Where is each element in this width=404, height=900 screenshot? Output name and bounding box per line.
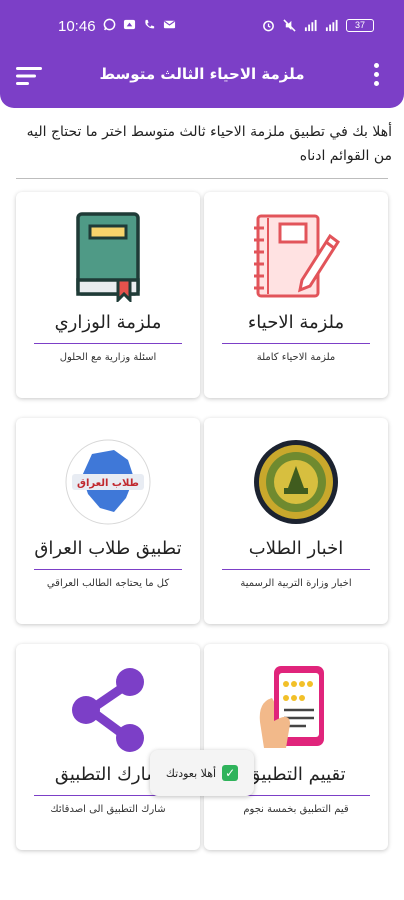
card-title: ملزمة الوزاري xyxy=(54,312,162,333)
card-divider xyxy=(34,343,182,344)
card-subtitle: قيم التطبيق بخمسة نجوم xyxy=(243,804,349,815)
card-iraq-students-app[interactable]: طلاب العراق تطبيق طلاب العراق كل ما يحتا… xyxy=(16,418,200,624)
card-rate-app[interactable]: تقييم التطبيق قيم التطبيق بخمسة نجوم xyxy=(204,644,388,850)
share-icon xyxy=(16,662,200,758)
status-notification-icons xyxy=(103,18,176,31)
divider xyxy=(16,178,388,179)
svg-text:طلاب العراق: طلاب العراق xyxy=(77,478,139,489)
card-title: ملزمة الاحياء xyxy=(247,312,345,333)
mute-icon xyxy=(283,19,296,32)
signal-icon xyxy=(304,19,317,32)
notebook-pen-icon xyxy=(204,210,388,306)
toast: أهلا بعودتك ✓ xyxy=(150,750,254,796)
card-subtitle: اخبار وزارة التربية الرسمية xyxy=(240,578,352,589)
iraq-map-logo-icon: طلاب العراق xyxy=(16,436,200,532)
ministry-seal-icon xyxy=(204,436,388,532)
book-icon xyxy=(16,210,200,306)
phone-rating-icon xyxy=(204,662,388,758)
welcome-text: أهلا بك في تطبيق ملزمة الاحياء ثالث متوس… xyxy=(26,124,392,164)
status-system-icons: 37 xyxy=(262,19,374,32)
card-ministerial-notes[interactable]: ملزمة الوزاري اسئلة وزارية مع الحلول xyxy=(16,192,200,398)
card-title: تطبيق طلاب العراق xyxy=(34,538,182,559)
status-bar: 10:46 37 xyxy=(0,0,404,52)
check-icon: ✓ xyxy=(222,765,239,781)
card-subtitle: اسئلة وزارية مع الحلول xyxy=(59,352,157,363)
card-student-news[interactable]: اخبار الطلاب اخبار وزارة التربية الرسمية xyxy=(204,418,388,624)
whatsapp-icon xyxy=(103,18,116,31)
card-subtitle: شارك التطبيق الى اصدقائك xyxy=(50,804,166,815)
card-subtitle: كل ما يحتاجه الطالب العراقي xyxy=(46,578,170,589)
alarm-icon xyxy=(263,20,274,32)
card-biology-notes[interactable]: ملزمة الاحياء ملزمة الاحياء كاملة xyxy=(204,192,388,398)
card-subtitle: ملزمة الاحياء كاملة xyxy=(256,352,336,363)
status-time: 10:46 xyxy=(58,18,96,35)
toast-text: أهلا بعودتك xyxy=(165,766,217,780)
card-divider xyxy=(222,343,370,344)
cloud-icon xyxy=(123,19,136,30)
card-divider xyxy=(222,569,370,570)
card-divider xyxy=(34,569,182,570)
app-bar: ملزمة الاحياء الثالث متوسط xyxy=(0,52,404,108)
page-title: ملزمة الاحياء الثالث متوسط xyxy=(99,65,305,83)
card-share-app[interactable]: شارك التطبيق شارك التطبيق الى اصدقائك xyxy=(16,644,200,850)
battery-icon: 37 xyxy=(346,19,374,32)
mail-icon xyxy=(163,20,176,29)
card-title: اخبار الطلاب xyxy=(248,538,344,559)
call-icon xyxy=(145,19,155,29)
signal-icon xyxy=(325,19,338,32)
more-options-icon[interactable] xyxy=(372,63,380,87)
